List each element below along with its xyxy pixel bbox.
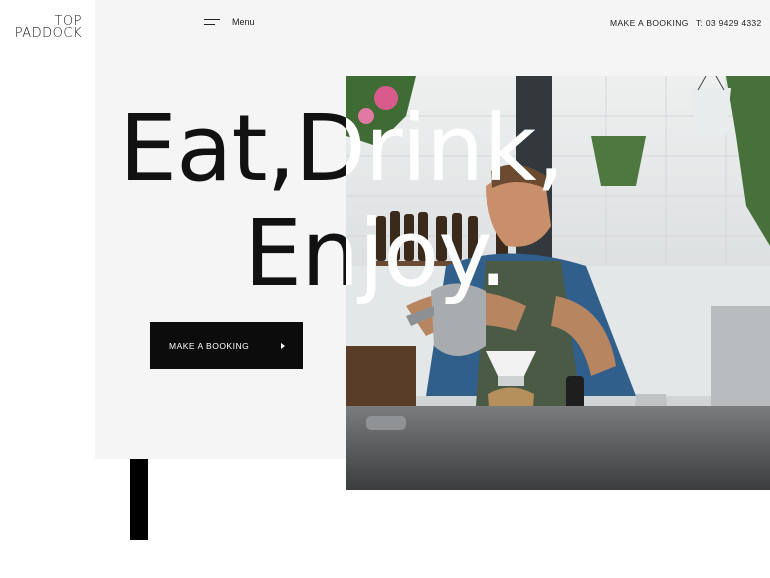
hamburger-icon (204, 19, 220, 25)
hero-photo (346, 76, 770, 490)
header-booking-link[interactable]: MAKE A BOOKING (610, 18, 689, 28)
menu-label: Menu (232, 17, 255, 27)
phone-number[interactable]: T: 03 9429 4332 (696, 18, 761, 28)
logo[interactable]: TOP PADDOCK (12, 15, 82, 41)
menu-button[interactable]: Menu (204, 17, 255, 27)
triangle-right-icon (281, 342, 285, 349)
make-booking-button-label: MAKE A BOOKING (169, 340, 250, 351)
decorative-bar (130, 459, 148, 540)
logo-line-2: PADDOCK (14, 26, 82, 41)
make-booking-button[interactable]: MAKE A BOOKING (150, 322, 303, 369)
